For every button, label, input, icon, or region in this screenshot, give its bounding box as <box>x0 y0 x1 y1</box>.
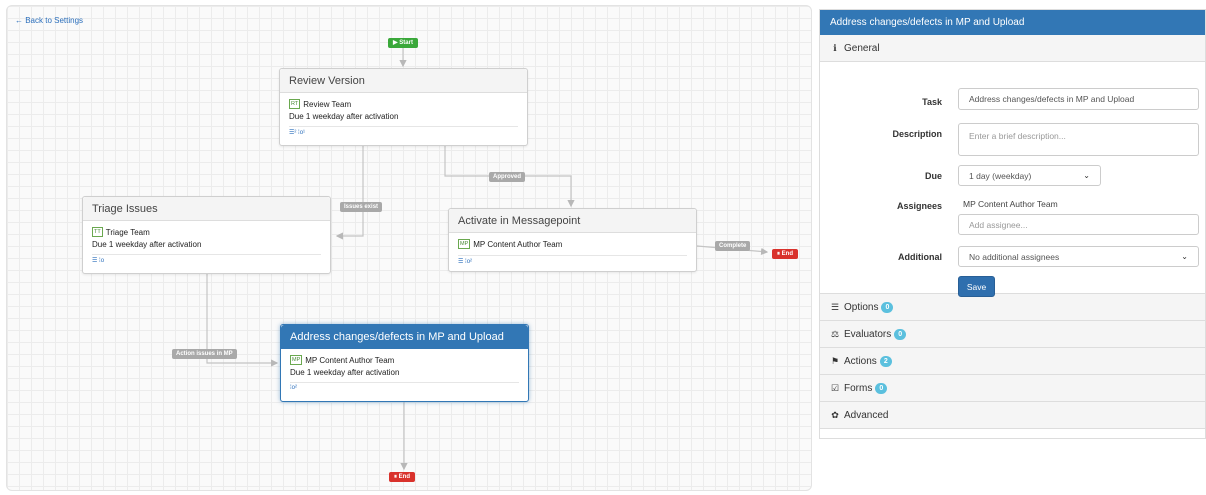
section-forms-header[interactable]: ☑ Forms 0 <box>820 375 1205 402</box>
node-activate-in-messagepoint[interactable]: Activate in Messagepoint MP MP Content A… <box>448 208 697 272</box>
description-label: Description <box>892 129 942 139</box>
section-label: General <box>844 42 880 54</box>
chevron-down-icon: ⌄ <box>1083 171 1090 180</box>
team-badge: RT <box>289 99 301 109</box>
node-due: Due 1 weekday after activation <box>92 240 202 249</box>
section-evaluators-header[interactable]: ⚖ Evaluators 0 <box>820 321 1205 348</box>
node-footer-icons[interactable]: ⁞o² <box>290 382 519 393</box>
section-general-header[interactable]: ℹ General <box>820 35 1205 62</box>
workflow-canvas[interactable]: ← Back to Settings ▶ Start ⏸ End ⏸ End A… <box>6 5 812 491</box>
task-input[interactable] <box>958 88 1199 110</box>
team-badge: TT <box>92 227 103 237</box>
node-title: Address changes/defects in MP and Upload <box>281 325 528 349</box>
chevron-down-icon: ⌄ <box>1181 252 1188 261</box>
connector-review-triage <box>335 146 364 240</box>
node-footer-icons[interactable]: ☰² ⁞o¹ <box>289 126 518 137</box>
info-icon: ℹ <box>833 42 837 53</box>
task-label: Task <box>922 97 942 107</box>
node-title: Review Version <box>280 69 527 93</box>
add-assignee-input[interactable] <box>958 214 1199 235</box>
assignees-label: Assignees <box>896 201 942 211</box>
assignee-name: MP Content Author Team <box>963 199 1058 209</box>
count-badge: 0 <box>894 328 907 340</box>
node-team: MP Content Author Team <box>473 239 563 249</box>
description-textarea[interactable] <box>958 123 1199 156</box>
end-marker-activate[interactable]: ⏸ End <box>772 249 798 259</box>
node-footer-icons[interactable]: ☰ ⁞o² <box>458 255 687 266</box>
start-marker[interactable]: ▶ Start <box>388 38 418 48</box>
section-advanced-header[interactable]: ✿ Advanced <box>820 402 1205 429</box>
team-badge: MP <box>458 239 471 249</box>
node-team: Triage Team <box>105 227 150 237</box>
checkbox-icon: ☑ <box>830 382 840 393</box>
due-label: Due <box>924 171 942 181</box>
workflow-editor: ← Back to Settings ▶ Start ⏸ End ⏸ End A… <box>0 0 1206 495</box>
node-triage-issues[interactable]: Triage Issues TT Triage Team Due 1 weekd… <box>82 196 331 274</box>
node-team: Review Team <box>303 99 352 109</box>
edge-label-issues-exist[interactable]: Issues exist <box>340 202 383 212</box>
section-label: Forms <box>844 382 873 394</box>
node-due: Due 1 weekday after activation <box>290 368 400 377</box>
edge-label-approved[interactable]: Approved <box>489 172 526 182</box>
save-button[interactable]: Save <box>958 276 995 297</box>
edge-label-complete[interactable]: Complete <box>715 241 751 251</box>
count-badge: 0 <box>875 382 888 394</box>
end-marker-address[interactable]: ⏸ End <box>389 472 415 482</box>
team-badge: MP <box>290 355 303 365</box>
edge-label-action-issues[interactable]: Action issues in MP <box>172 349 237 359</box>
node-footer-icons[interactable]: ☰ ⁞o <box>92 254 321 265</box>
node-team: MP Content Author Team <box>305 355 395 365</box>
due-selected-value: 1 day (weekday) <box>969 170 1032 181</box>
count-badge: 0 <box>881 301 894 313</box>
additional-label: Additional <box>898 252 942 262</box>
node-title: Triage Issues <box>83 197 330 221</box>
additional-selected-value: No additional assignees <box>969 251 1060 262</box>
section-label: Evaluators <box>844 328 892 340</box>
scale-icon: ⚖ <box>830 328 840 339</box>
list-icon: ☰ <box>830 301 840 312</box>
section-options-header[interactable]: ☰ Options 0 <box>820 294 1205 321</box>
gear-icon: ✿ <box>831 409 839 420</box>
additional-select[interactable]: No additional assignees ⌄ <box>958 246 1199 267</box>
section-label: Options <box>844 301 879 313</box>
due-select[interactable]: 1 day (weekday) ⌄ <box>958 165 1101 186</box>
panel-title: Address changes/defects in MP and Upload <box>820 10 1205 35</box>
properties-panel: Address changes/defects in MP and Upload… <box>819 9 1206 439</box>
section-label: Advanced <box>844 409 889 421</box>
section-label: Actions <box>844 355 877 367</box>
general-form: Task Description Due 1 day (weekday) ⌄ A… <box>820 62 1205 297</box>
node-review-version[interactable]: Review Version RT Review Team Due 1 week… <box>279 68 528 146</box>
node-title: Activate in Messagepoint <box>449 209 696 233</box>
count-badge: 2 <box>879 355 892 367</box>
node-address-changes[interactable]: Address changes/defects in MP and Upload… <box>280 324 529 402</box>
section-actions-header[interactable]: ⚑ Actions 2 <box>820 348 1205 375</box>
flag-icon: ⚑ <box>830 355 840 366</box>
node-due: Due 1 weekday after activation <box>289 112 399 121</box>
